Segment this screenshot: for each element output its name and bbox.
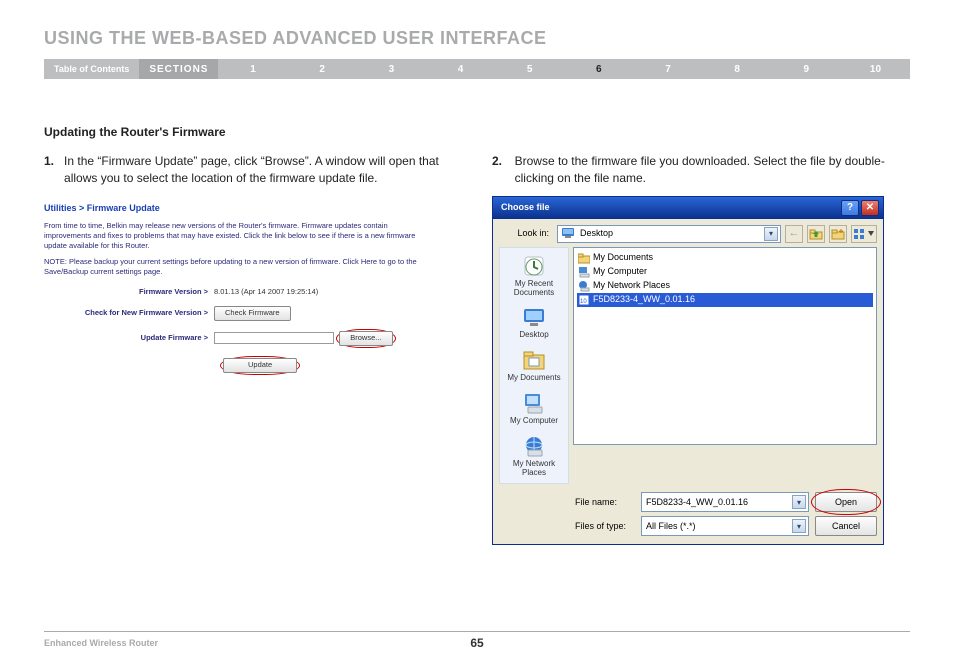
update-button[interactable]: Update [223, 358, 297, 373]
update-firmware-label: Update Firmware > [44, 333, 214, 344]
footer-product-name: Enhanced Wireless Router [44, 638, 158, 648]
section-7[interactable]: 7 [633, 59, 702, 79]
section-1[interactable]: 1 [218, 59, 287, 79]
step-2-number: 2. [492, 153, 505, 188]
sidebar-mydocs[interactable]: My Documents [502, 348, 566, 383]
firmware-update-panel: Utilities > Firmware Update From time to… [44, 202, 462, 375]
update-highlight-oval: Update [220, 356, 300, 375]
check-firmware-button[interactable]: Check Firmware [214, 306, 291, 321]
sidebar-mycomp[interactable]: My Computer [502, 391, 566, 426]
up-folder-icon[interactable] [807, 225, 825, 243]
firmware-version-label: Firmware Version > [44, 287, 214, 298]
chevron-down-icon[interactable]: ▾ [792, 519, 806, 533]
lookin-value: Desktop [580, 227, 613, 240]
section-navbar: Table of Contents SECTIONS 1 2 3 4 5 6 7… [44, 59, 910, 79]
chevron-down-icon[interactable]: ▾ [792, 495, 806, 509]
filetype-combo[interactable]: All Files (*.*) ▾ [641, 516, 809, 536]
section-9[interactable]: 9 [772, 59, 841, 79]
file-list[interactable]: My Documents My Computer My Network Plac… [573, 247, 877, 445]
sidebar-recent[interactable]: My Recent Documents [502, 254, 566, 298]
places-sidebar: My Recent Documents Desktop My Documents [499, 247, 569, 485]
browse-button[interactable]: Browse... [339, 331, 392, 346]
list-item[interactable]: My Network Places [577, 279, 873, 293]
new-folder-icon[interactable] [829, 225, 847, 243]
lookin-combo[interactable]: Desktop ▾ [557, 225, 781, 243]
filename-value: F5D8233-4_WW_0.01.16 [646, 496, 748, 509]
step-2-text: Browse to the firmware file you download… [515, 153, 910, 188]
list-item[interactable]: My Computer [577, 265, 873, 279]
step-1-text: In the “Firmware Update” page, click “Br… [64, 153, 462, 188]
sidebar-netplaces[interactable]: My Network Places [502, 434, 566, 478]
open-button[interactable]: Open [815, 492, 877, 512]
binary-file-icon: 10 [578, 294, 590, 306]
network-icon [578, 280, 590, 292]
section-2[interactable]: 2 [288, 59, 357, 79]
firmware-intro: From time to time, Belkin may release ne… [44, 221, 424, 251]
section-5[interactable]: 5 [495, 59, 564, 79]
section-8[interactable]: 8 [703, 59, 772, 79]
section-4[interactable]: 4 [426, 59, 495, 79]
cancel-button[interactable]: Cancel [815, 516, 877, 536]
dialog-title-text: Choose file [501, 201, 550, 214]
page-heading: USING THE WEB-BASED ADVANCED USER INTERF… [44, 28, 910, 49]
list-item[interactable]: My Documents [577, 251, 873, 265]
section-3[interactable]: 3 [357, 59, 426, 79]
sections-label: SECTIONS [139, 59, 218, 79]
toc-link[interactable]: Table of Contents [44, 59, 139, 79]
section-6[interactable]: 6 [564, 59, 633, 79]
section-10[interactable]: 10 [841, 59, 910, 79]
list-item-selected[interactable]: 10 F5D8233-4_WW_0.01.16 [577, 293, 873, 307]
filetype-value: All Files (*.*) [646, 520, 696, 533]
filetype-label: Files of type: [575, 520, 635, 533]
dialog-titlebar[interactable]: Choose file ? ✕ [493, 197, 883, 219]
browse-highlight-oval: Browse... [336, 329, 395, 348]
close-icon[interactable]: ✕ [861, 200, 879, 216]
page-number: 65 [470, 636, 483, 650]
views-icon[interactable] [851, 225, 877, 243]
firmware-note: NOTE: Please backup your current setting… [44, 257, 424, 277]
step-2: 2. Browse to the firmware file you downl… [492, 153, 910, 188]
choose-file-dialog: Choose file ? ✕ Look in: Desktop ▾ [492, 196, 884, 546]
folder-icon [578, 252, 590, 264]
section-subtitle: Updating the Router's Firmware [44, 125, 910, 139]
sidebar-desktop[interactable]: Desktop [502, 305, 566, 340]
filename-label: File name: [575, 496, 635, 509]
check-firmware-label: Check for New Firmware Version > [44, 308, 214, 319]
firmware-version-value: 8.01.13 (Apr 14 2007 19:25:14) [214, 287, 318, 298]
firmware-file-input[interactable] [214, 332, 334, 344]
step-1-number: 1. [44, 153, 54, 188]
filename-combo[interactable]: F5D8233-4_WW_0.01.16 ▾ [641, 492, 809, 512]
help-icon[interactable]: ? [841, 200, 859, 216]
desktop-icon [562, 226, 576, 242]
nav-back-button[interactable]: ← [785, 225, 803, 243]
svg-text:10: 10 [580, 299, 587, 305]
lookin-label: Look in: [499, 227, 553, 240]
firmware-breadcrumb: Utilities > Firmware Update [44, 202, 462, 215]
chevron-down-icon[interactable]: ▾ [764, 227, 778, 241]
step-1: 1. In the “Firmware Update” page, click … [44, 153, 462, 188]
computer-icon [578, 266, 590, 278]
